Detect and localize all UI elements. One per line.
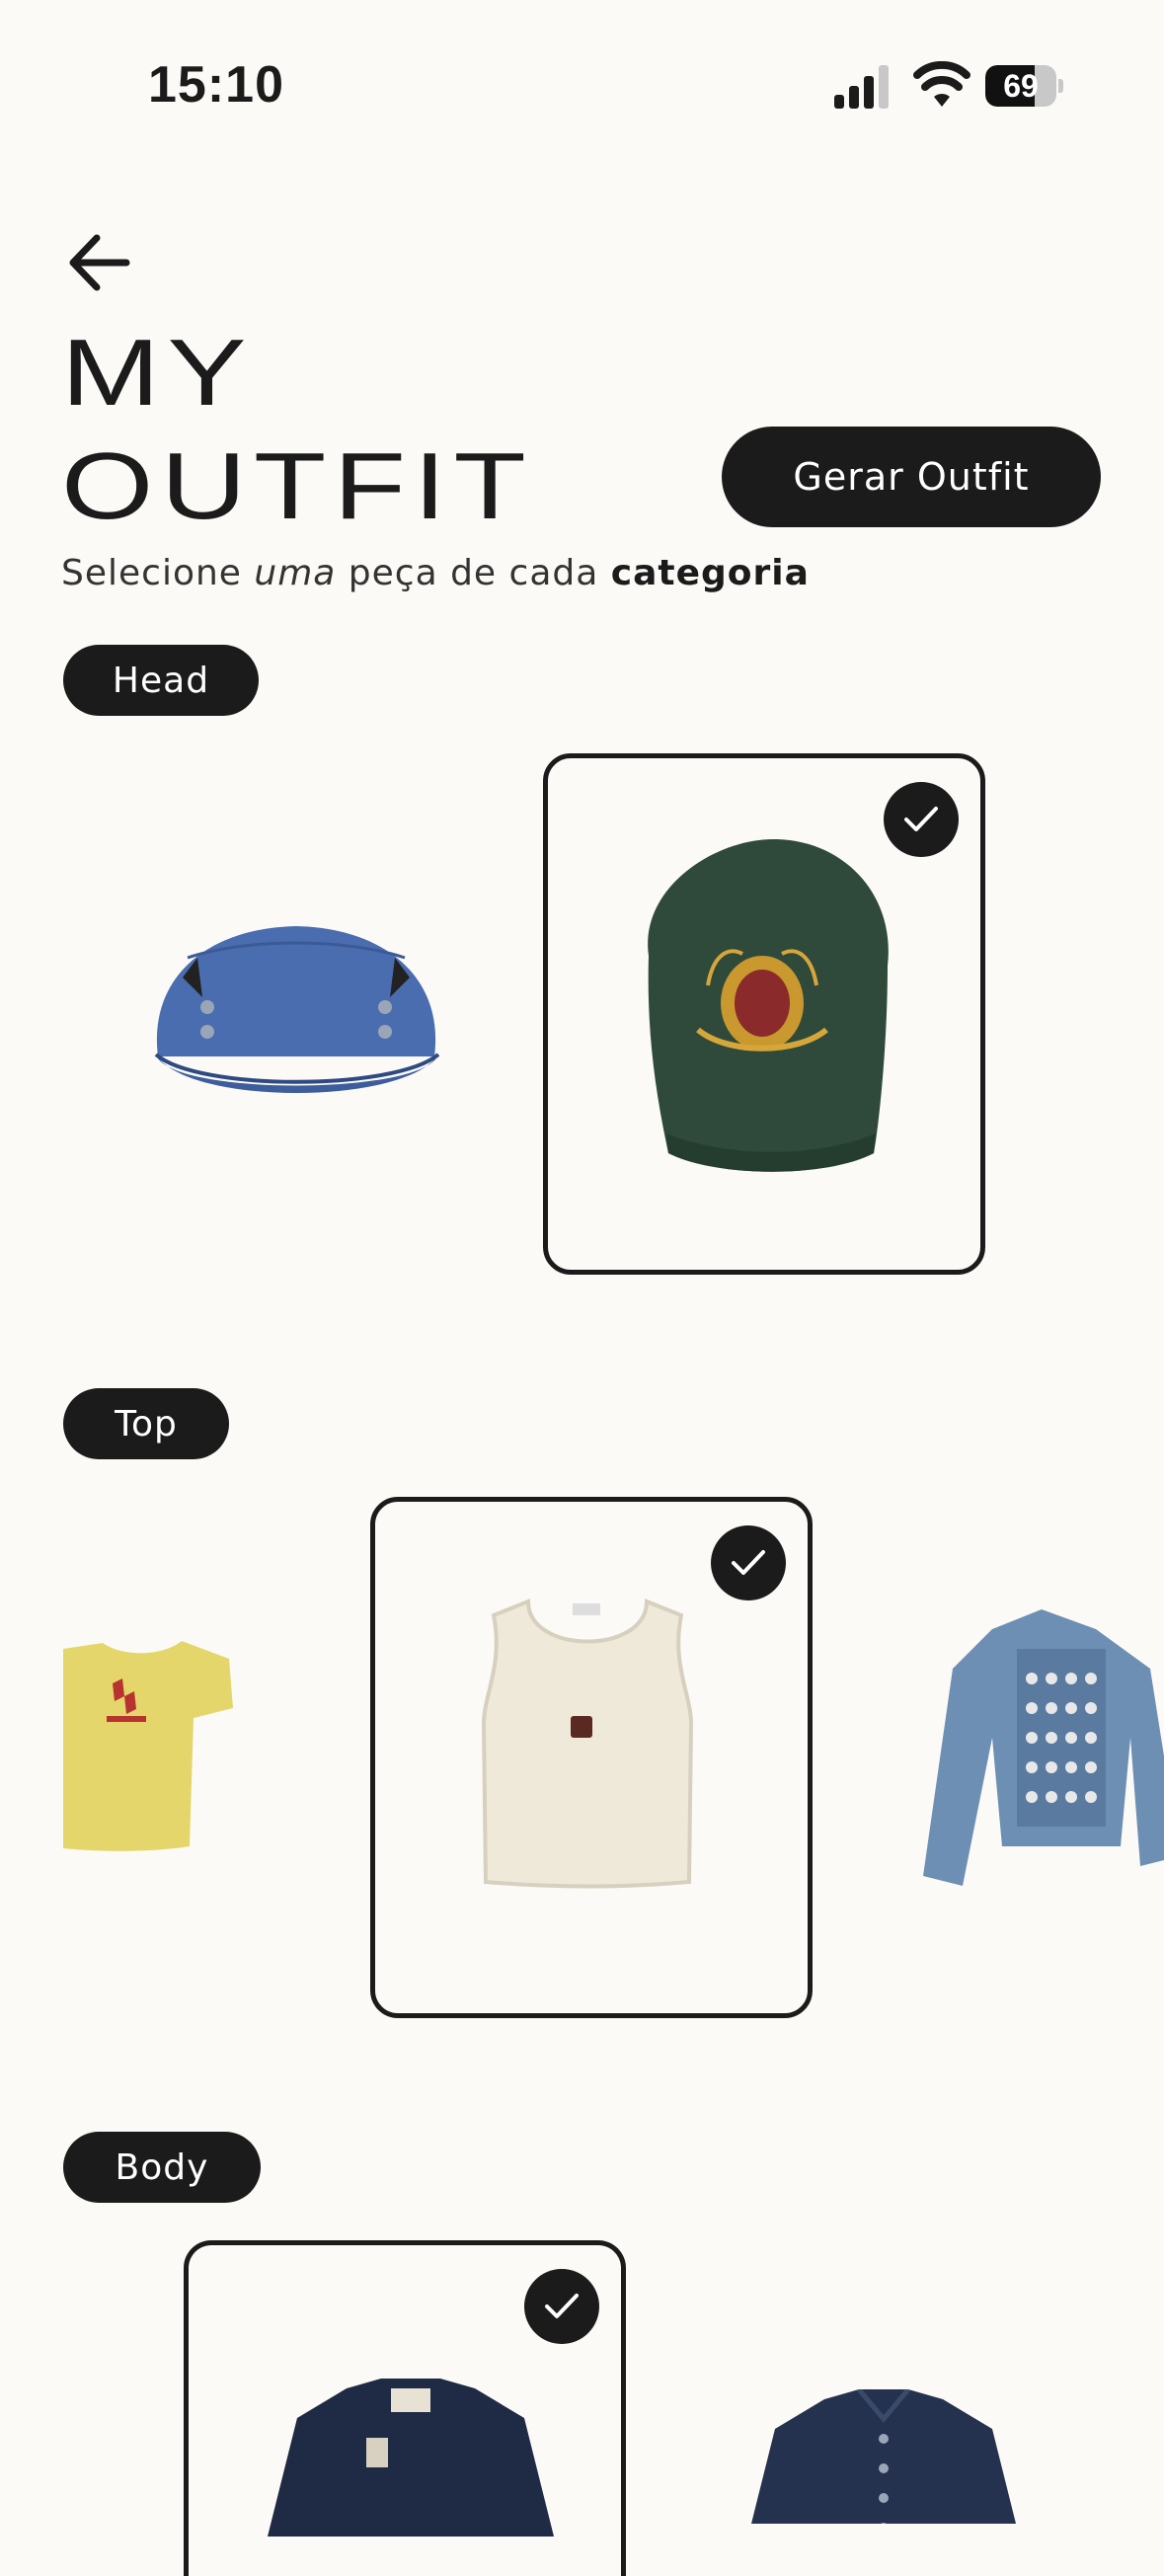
item-card-denim-jacket[interactable] bbox=[923, 1609, 1164, 1906]
category-chip-head[interactable]: Head bbox=[63, 645, 259, 716]
item-card-green-cap-selected[interactable] bbox=[543, 753, 985, 1275]
green-crest-cap-icon bbox=[629, 837, 895, 1183]
instruction-text: Selecione uma peça de cada categoria bbox=[61, 553, 810, 593]
navy-work-jacket-icon bbox=[268, 2379, 554, 2537]
denim-shirt-icon bbox=[751, 2389, 1016, 2524]
denim-military-jacket-icon bbox=[923, 1609, 1164, 1886]
category-chip-top[interactable]: Top bbox=[63, 1388, 229, 1459]
battery-percentage: 69 bbox=[1003, 68, 1039, 104]
item-card-blue-cap[interactable] bbox=[128, 859, 464, 1155]
selected-check-icon bbox=[884, 782, 959, 857]
page-title-line1: MY bbox=[61, 320, 254, 426]
selected-check-icon bbox=[711, 1525, 786, 1600]
blue-cap-icon bbox=[154, 926, 440, 1093]
item-card-denim-shirt[interactable] bbox=[745, 2389, 1022, 2524]
back-arrow-icon[interactable] bbox=[65, 232, 134, 293]
generate-outfit-button[interactable]: Gerar Outfit bbox=[722, 427, 1101, 527]
selected-check-icon bbox=[524, 2269, 599, 2344]
item-card-navy-jacket-selected[interactable] bbox=[184, 2240, 626, 2576]
wifi-icon bbox=[913, 61, 970, 109]
yellow-tshirt-icon bbox=[63, 1641, 233, 1851]
item-card-yellow-tshirt[interactable] bbox=[63, 1639, 237, 1856]
white-tank-top-icon bbox=[474, 1596, 701, 1892]
category-chip-body[interactable]: Body bbox=[63, 2132, 261, 2203]
item-card-white-tank-selected[interactable] bbox=[370, 1497, 813, 2018]
page-title-line2: OUTFIT bbox=[61, 433, 534, 539]
battery-icon: 69 bbox=[985, 65, 1064, 107]
status-time: 15:10 bbox=[148, 56, 284, 114]
cellular-signal-icon bbox=[834, 65, 893, 109]
